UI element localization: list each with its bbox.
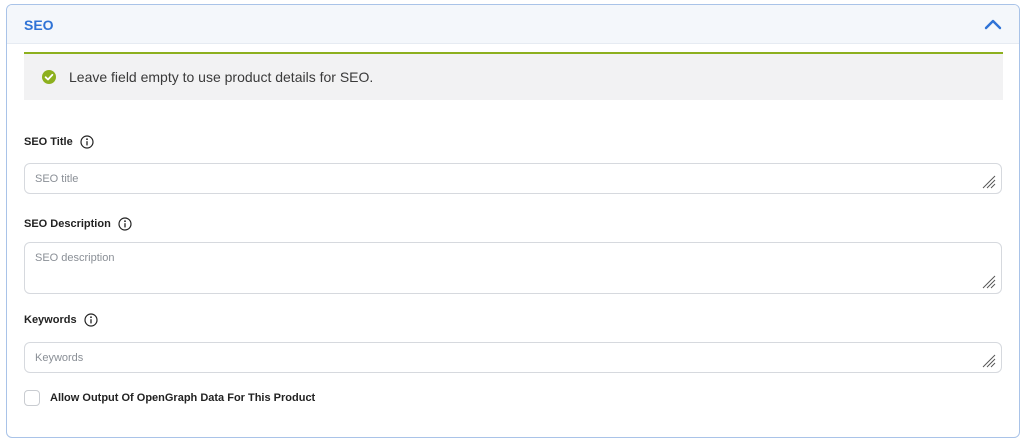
info-icon[interactable]	[118, 217, 132, 231]
chevron-up-icon[interactable]	[983, 15, 1003, 33]
keywords-input[interactable]	[25, 343, 1001, 372]
resize-handle-icon[interactable]	[982, 175, 996, 189]
seo-description-label: SEO Description	[24, 217, 132, 231]
resize-handle-icon[interactable]	[982, 354, 996, 368]
seo-title-field[interactable]	[24, 163, 1002, 194]
info-icon[interactable]	[80, 135, 94, 149]
opengraph-option[interactable]: Allow Output Of OpenGraph Data For This …	[24, 390, 315, 406]
notice-text: Leave field empty to use product details…	[69, 69, 374, 85]
seo-panel-header[interactable]: SEO	[7, 5, 1019, 44]
info-icon[interactable]	[83, 313, 98, 327]
resize-handle-icon[interactable]	[982, 275, 996, 289]
keywords-label-text: Keywords	[24, 314, 77, 326]
keywords-field[interactable]	[24, 342, 1002, 373]
seo-description-label-text: SEO Description	[24, 218, 111, 230]
opengraph-checkbox[interactable]	[24, 390, 40, 406]
seo-description-input[interactable]	[25, 243, 1001, 293]
opengraph-checkbox-label[interactable]: Allow Output Of OpenGraph Data For This …	[50, 392, 315, 404]
seo-description-field[interactable]	[24, 242, 1002, 294]
seo-panel: SEO Leave field empty to use product det…	[6, 4, 1020, 438]
keywords-label: Keywords	[24, 313, 98, 327]
seo-title-input[interactable]	[25, 164, 1001, 193]
panel-title: SEO	[24, 17, 54, 33]
seo-notice: Leave field empty to use product details…	[24, 52, 1003, 100]
seo-title-label-text: SEO Title	[24, 136, 73, 148]
check-circle-icon	[41, 69, 57, 85]
seo-title-label: SEO Title	[24, 135, 94, 149]
